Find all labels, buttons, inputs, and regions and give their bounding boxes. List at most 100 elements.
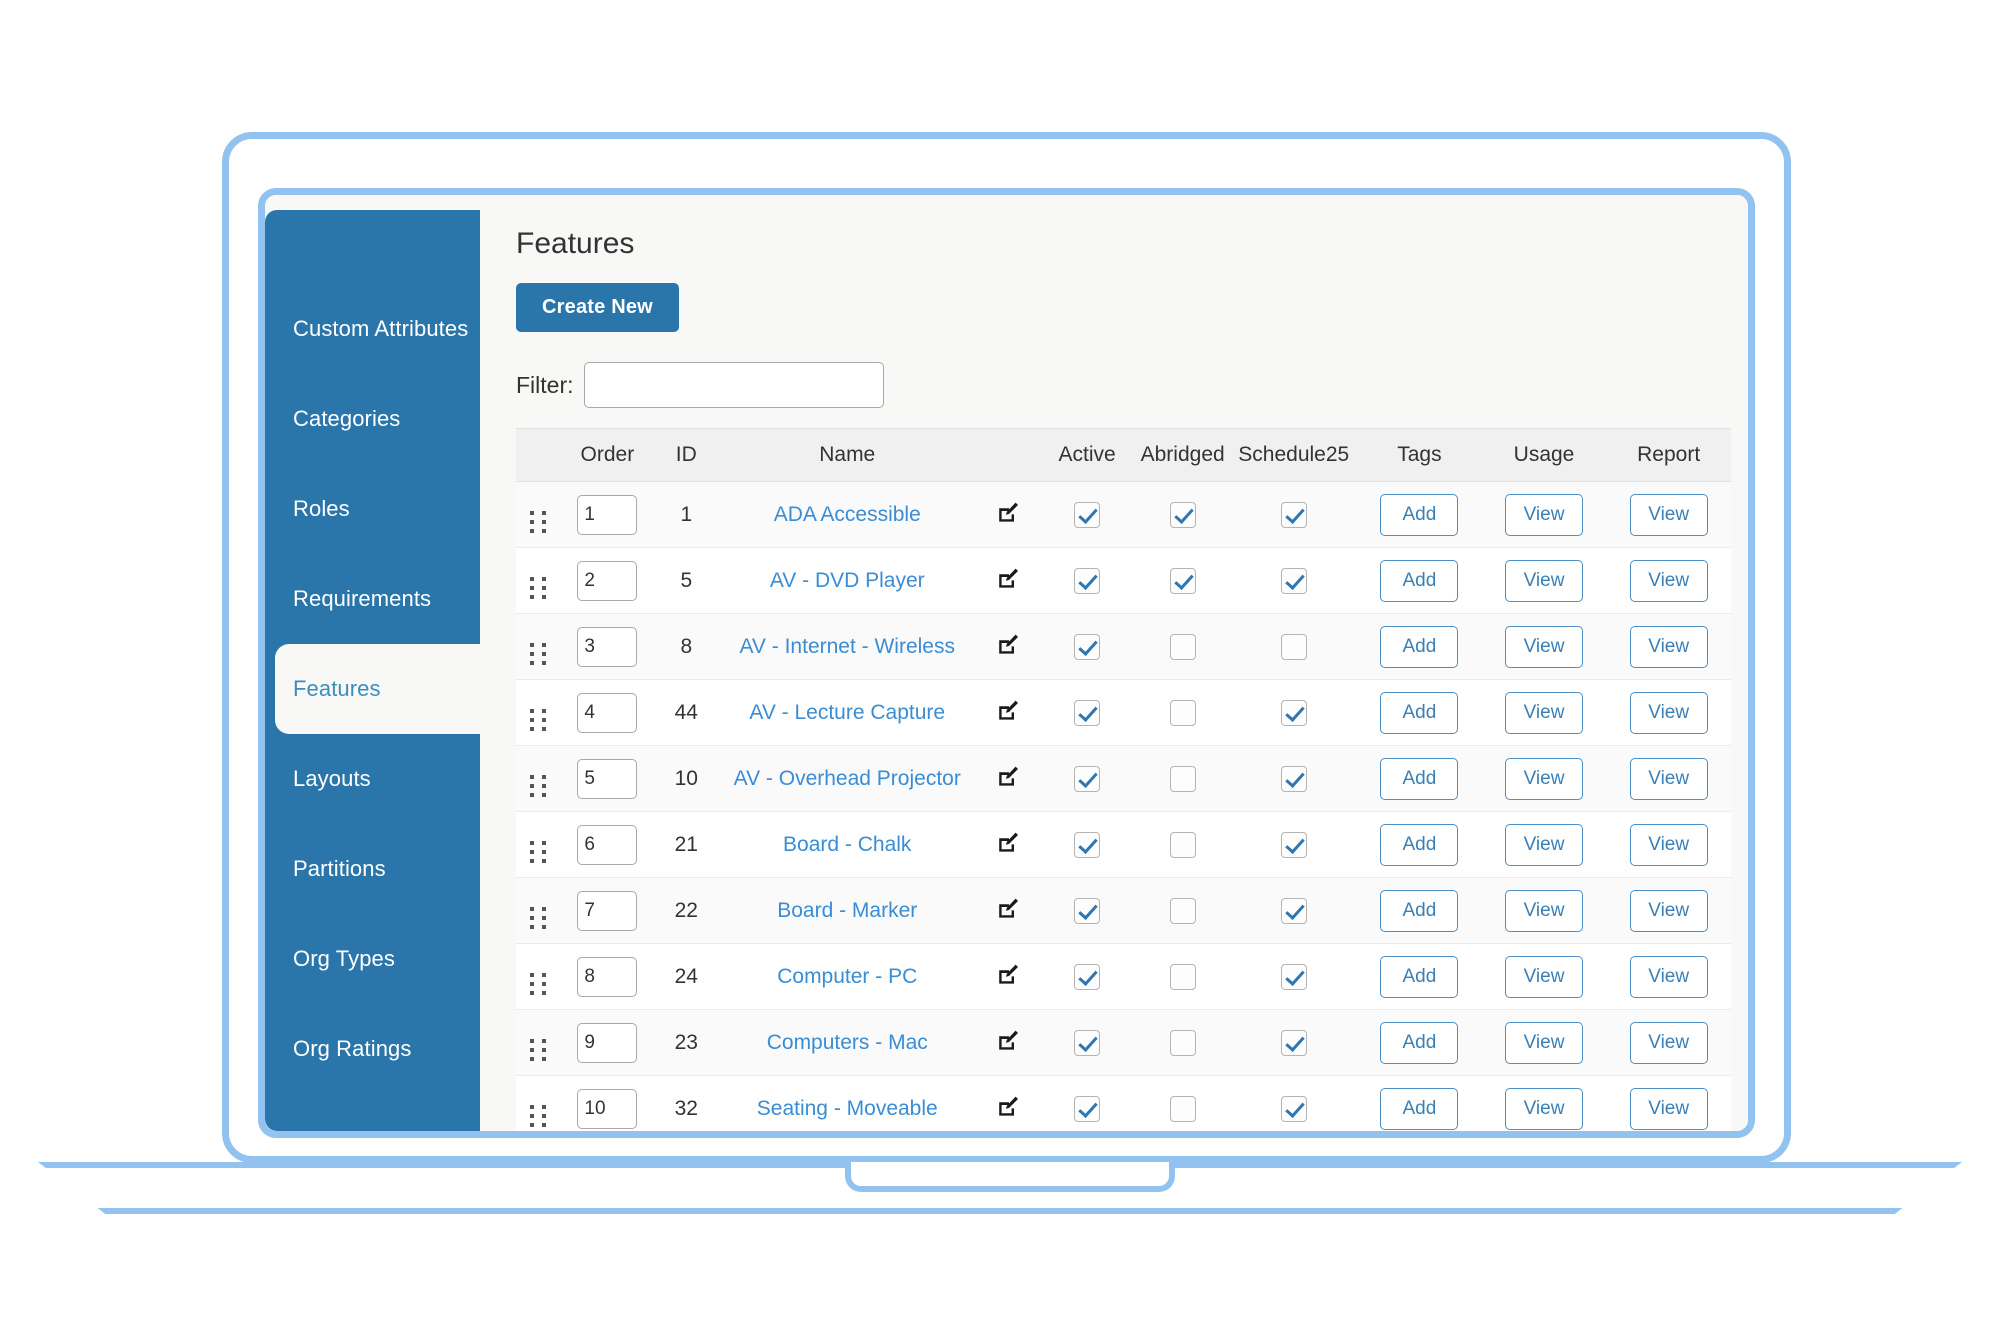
feature-name-link[interactable]: Computer - PC bbox=[777, 965, 917, 988]
edit-pencil-square-icon[interactable] bbox=[996, 830, 1020, 854]
drag-handle-icon[interactable] bbox=[529, 1038, 546, 1061]
usage-view-button[interactable]: View bbox=[1505, 493, 1583, 536]
active-checkbox[interactable] bbox=[1074, 1095, 1101, 1122]
sidebar-item-layouts[interactable]: Layouts bbox=[265, 734, 480, 824]
report-view-button[interactable]: View bbox=[1629, 625, 1708, 668]
feature-name-link[interactable]: AV - Overhead Projector bbox=[734, 767, 961, 790]
order-input[interactable] bbox=[577, 758, 638, 799]
report-view-button[interactable]: View bbox=[1629, 493, 1708, 536]
edit-pencil-square-icon[interactable] bbox=[996, 764, 1020, 788]
drag-handle-icon[interactable] bbox=[529, 840, 546, 863]
abridged-checkbox[interactable] bbox=[1169, 633, 1196, 660]
tags-add-button[interactable]: Add bbox=[1380, 625, 1459, 668]
edit-pencil-square-icon[interactable] bbox=[996, 632, 1020, 656]
report-view-button[interactable]: View bbox=[1629, 559, 1708, 602]
abridged-checkbox[interactable] bbox=[1169, 1029, 1196, 1056]
usage-view-button[interactable]: View bbox=[1505, 823, 1583, 866]
active-checkbox[interactable] bbox=[1074, 501, 1101, 528]
schedule25-checkbox[interactable] bbox=[1280, 897, 1307, 924]
order-input[interactable] bbox=[577, 890, 638, 931]
order-input[interactable] bbox=[577, 1022, 638, 1063]
sidebar-item-requirements[interactable]: Requirements bbox=[265, 554, 480, 644]
abridged-checkbox[interactable] bbox=[1169, 897, 1196, 924]
abridged-checkbox[interactable] bbox=[1169, 567, 1196, 594]
create-new-button[interactable]: Create New bbox=[516, 283, 679, 332]
feature-name-link[interactable]: Seating - Moveable bbox=[757, 1097, 938, 1120]
tags-add-button[interactable]: Add bbox=[1380, 1087, 1459, 1130]
drag-handle-icon[interactable] bbox=[529, 642, 546, 665]
usage-view-button[interactable]: View bbox=[1505, 625, 1583, 668]
drag-handle-icon[interactable] bbox=[529, 1104, 546, 1127]
sidebar-item-org-ratings[interactable]: Org Ratings bbox=[265, 1004, 480, 1094]
sidebar-item-partitions[interactable]: Partitions bbox=[265, 824, 480, 914]
order-input[interactable] bbox=[577, 494, 638, 535]
report-view-button[interactable]: View bbox=[1629, 823, 1708, 866]
report-view-button[interactable]: View bbox=[1629, 889, 1708, 932]
usage-view-button[interactable]: View bbox=[1505, 1087, 1583, 1130]
sidebar-item-categories[interactable]: Categories bbox=[265, 374, 480, 464]
edit-pencil-square-icon[interactable] bbox=[996, 500, 1020, 524]
report-view-button[interactable]: View bbox=[1629, 955, 1708, 998]
usage-view-button[interactable]: View bbox=[1505, 889, 1583, 932]
abridged-checkbox[interactable] bbox=[1169, 1095, 1196, 1122]
schedule25-checkbox[interactable] bbox=[1280, 831, 1307, 858]
tags-add-button[interactable]: Add bbox=[1380, 757, 1459, 800]
drag-handle-icon[interactable] bbox=[529, 972, 546, 995]
report-view-button[interactable]: View bbox=[1629, 1087, 1708, 1130]
usage-view-button[interactable]: View bbox=[1505, 757, 1583, 800]
sidebar-item-roles[interactable]: Roles bbox=[265, 464, 480, 554]
edit-pencil-square-icon[interactable] bbox=[996, 1028, 1020, 1052]
tags-add-button[interactable]: Add bbox=[1380, 559, 1459, 602]
active-checkbox[interactable] bbox=[1074, 567, 1101, 594]
active-checkbox[interactable] bbox=[1074, 765, 1101, 792]
edit-pencil-square-icon[interactable] bbox=[996, 698, 1020, 722]
feature-name-link[interactable]: Board - Chalk bbox=[783, 833, 911, 856]
active-checkbox[interactable] bbox=[1074, 1029, 1101, 1056]
sidebar-item-custom-attributes[interactable]: Custom Attributes bbox=[265, 284, 480, 374]
usage-view-button[interactable]: View bbox=[1505, 691, 1583, 734]
report-view-button[interactable]: View bbox=[1629, 691, 1708, 734]
drag-handle-icon[interactable] bbox=[529, 906, 546, 929]
abridged-checkbox[interactable] bbox=[1169, 963, 1196, 990]
usage-view-button[interactable]: View bbox=[1505, 559, 1583, 602]
schedule25-checkbox[interactable] bbox=[1280, 1095, 1307, 1122]
order-input[interactable] bbox=[577, 956, 638, 997]
feature-name-link[interactable]: AV - Internet - Wireless bbox=[739, 635, 955, 658]
tags-add-button[interactable]: Add bbox=[1380, 955, 1459, 998]
feature-name-link[interactable]: Board - Marker bbox=[777, 899, 917, 922]
tags-add-button[interactable]: Add bbox=[1380, 493, 1459, 536]
sidebar-item-features[interactable]: Features bbox=[275, 644, 506, 734]
order-input[interactable] bbox=[577, 560, 638, 601]
edit-pencil-square-icon[interactable] bbox=[996, 896, 1020, 920]
edit-pencil-square-icon[interactable] bbox=[996, 962, 1020, 986]
schedule25-checkbox[interactable] bbox=[1280, 633, 1307, 660]
schedule25-checkbox[interactable] bbox=[1280, 699, 1307, 726]
edit-pencil-square-icon[interactable] bbox=[996, 1094, 1020, 1118]
report-view-button[interactable]: View bbox=[1629, 1021, 1708, 1064]
active-checkbox[interactable] bbox=[1074, 831, 1101, 858]
usage-view-button[interactable]: View bbox=[1505, 1021, 1583, 1064]
order-input[interactable] bbox=[577, 692, 638, 733]
active-checkbox[interactable] bbox=[1074, 897, 1101, 924]
order-input[interactable] bbox=[577, 626, 638, 667]
drag-handle-icon[interactable] bbox=[529, 708, 546, 731]
active-checkbox[interactable] bbox=[1074, 633, 1101, 660]
abridged-checkbox[interactable] bbox=[1169, 765, 1196, 792]
sidebar-item-org-types[interactable]: Org Types bbox=[265, 914, 480, 1004]
tags-add-button[interactable]: Add bbox=[1380, 691, 1459, 734]
abridged-checkbox[interactable] bbox=[1169, 831, 1196, 858]
abridged-checkbox[interactable] bbox=[1169, 699, 1196, 726]
tags-add-button[interactable]: Add bbox=[1380, 1021, 1459, 1064]
feature-name-link[interactable]: Computers - Mac bbox=[767, 1031, 928, 1054]
order-input[interactable] bbox=[577, 824, 638, 865]
schedule25-checkbox[interactable] bbox=[1280, 501, 1307, 528]
tags-add-button[interactable]: Add bbox=[1380, 823, 1459, 866]
drag-handle-icon[interactable] bbox=[529, 510, 546, 533]
schedule25-checkbox[interactable] bbox=[1280, 567, 1307, 594]
edit-pencil-square-icon[interactable] bbox=[996, 566, 1020, 590]
schedule25-checkbox[interactable] bbox=[1280, 765, 1307, 792]
active-checkbox[interactable] bbox=[1074, 699, 1101, 726]
schedule25-checkbox[interactable] bbox=[1280, 1029, 1307, 1056]
order-input[interactable] bbox=[577, 1088, 638, 1129]
filter-input[interactable] bbox=[583, 362, 884, 408]
